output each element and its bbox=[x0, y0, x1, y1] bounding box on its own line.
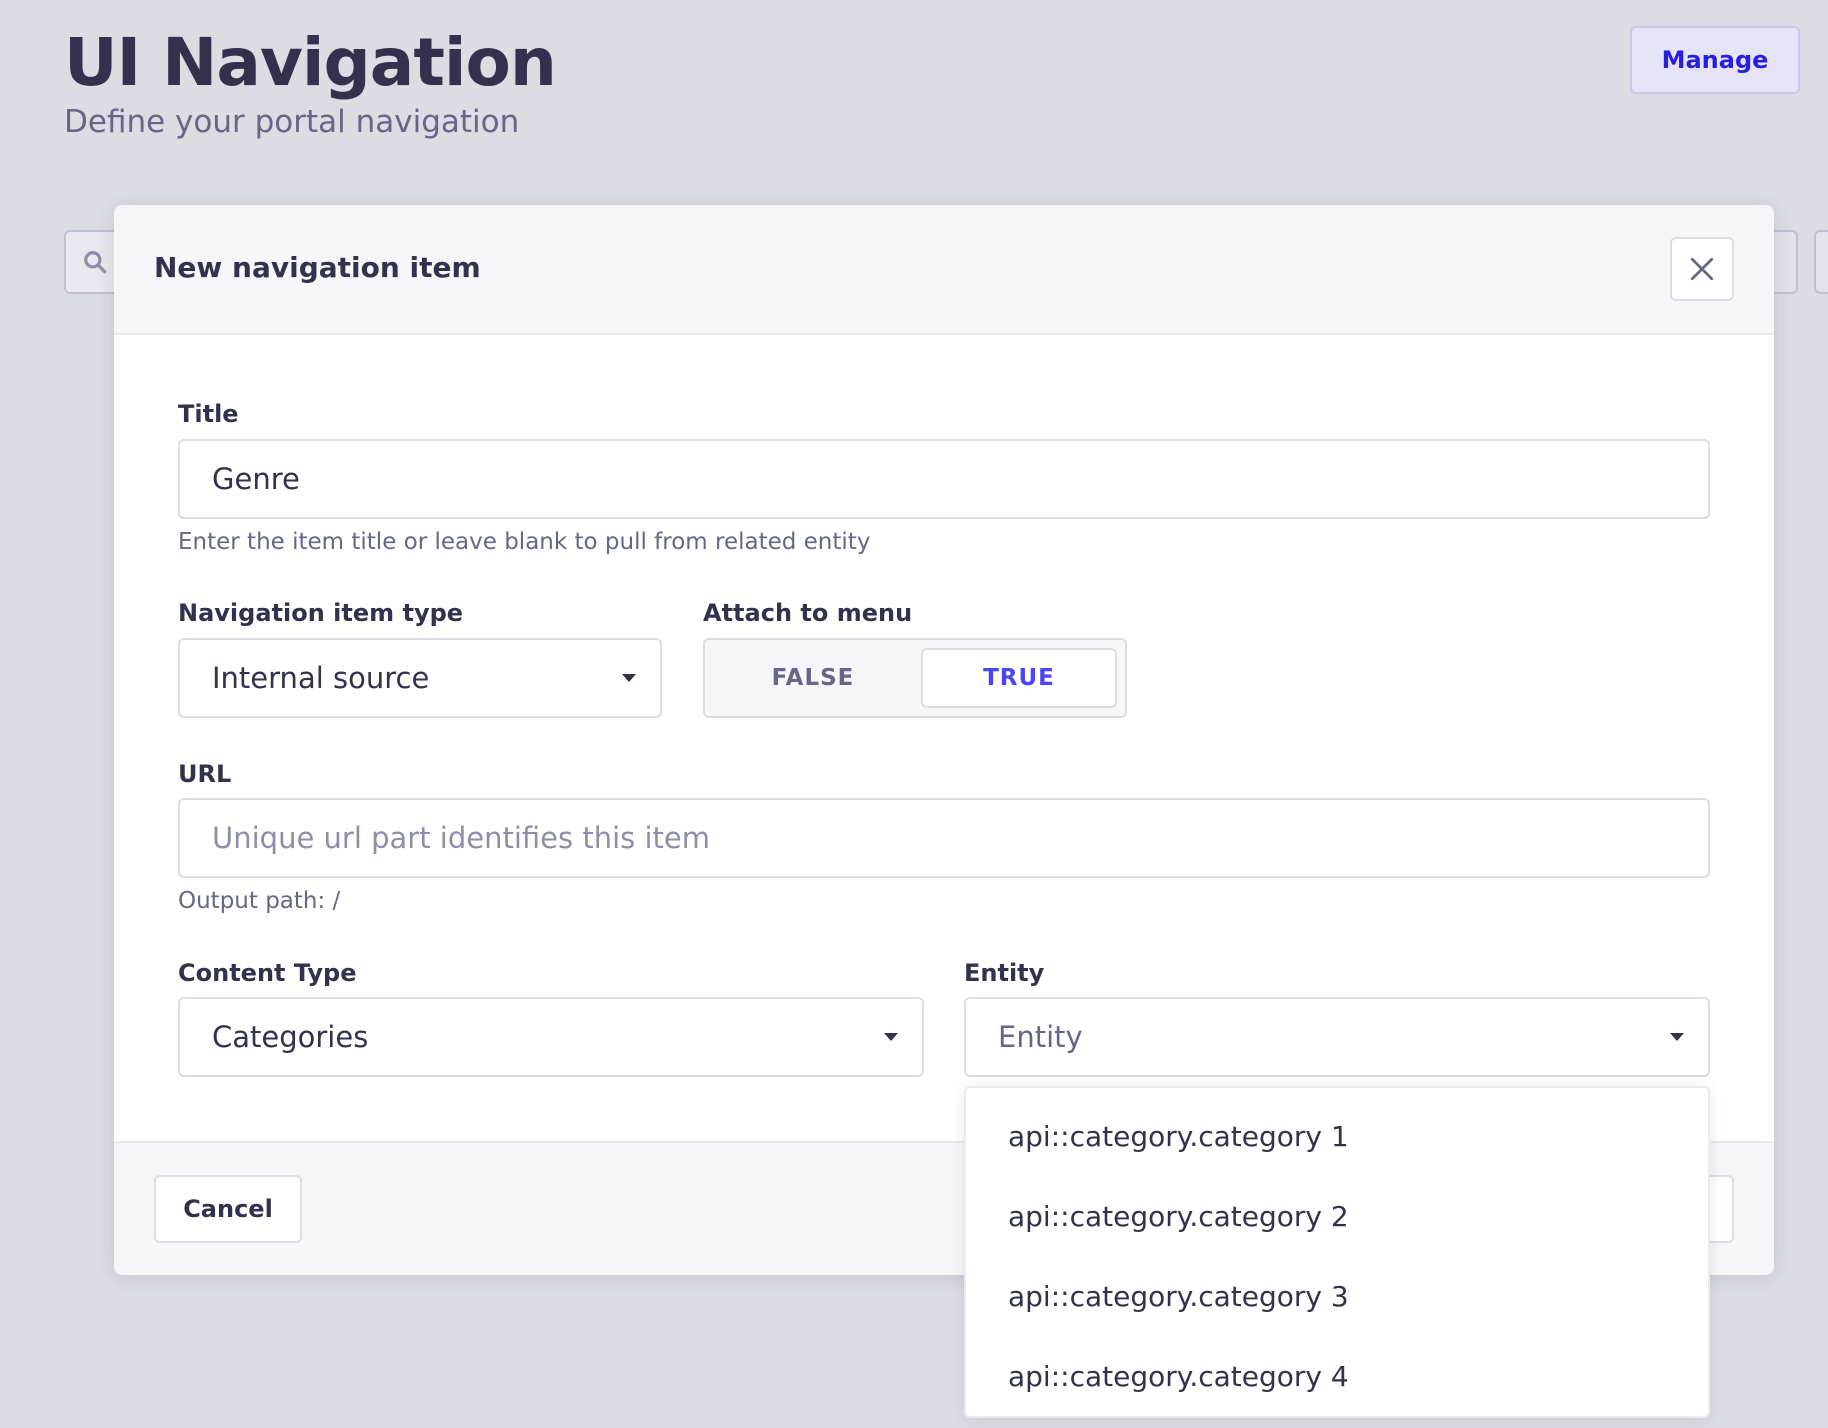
navigation-item-type-value: Internal source bbox=[212, 661, 430, 695]
manage-button[interactable]: Manage bbox=[1630, 26, 1800, 94]
content-type-select[interactable]: Categories bbox=[178, 997, 924, 1077]
chevron-down-icon bbox=[622, 674, 636, 682]
search-icon bbox=[84, 251, 107, 274]
output-path-hint: Output path: / bbox=[178, 888, 341, 914]
url-label: URL bbox=[178, 760, 232, 788]
content-type-value: Categories bbox=[212, 1020, 369, 1054]
title-hint: Enter the item title or leave blank to p… bbox=[178, 529, 871, 555]
url-field[interactable] bbox=[178, 798, 1710, 878]
entity-placeholder: Entity bbox=[998, 1020, 1083, 1054]
entity-option[interactable]: api::category.category 1 bbox=[966, 1096, 1708, 1176]
close-button[interactable] bbox=[1670, 237, 1734, 301]
title-input[interactable] bbox=[212, 462, 1708, 496]
title-label: Title bbox=[178, 400, 239, 428]
attach-to-menu-label: Attach to menu bbox=[703, 599, 913, 627]
chevron-down-icon bbox=[1670, 1033, 1684, 1041]
modal-header: New navigation item bbox=[114, 205, 1774, 335]
navigation-item-type-select[interactable]: Internal source bbox=[178, 638, 662, 718]
page-subtitle: Define your portal navigation bbox=[64, 104, 520, 140]
attach-false-option[interactable]: FALSE bbox=[713, 648, 913, 708]
chevron-down-icon bbox=[884, 1033, 898, 1041]
modal-title: New navigation item bbox=[154, 251, 481, 284]
cancel-button[interactable]: Cancel bbox=[154, 1175, 302, 1243]
navigation-item-type-label: Navigation item type bbox=[178, 599, 464, 627]
content-type-label: Content Type bbox=[178, 959, 357, 987]
close-icon bbox=[1690, 257, 1714, 281]
attach-true-option[interactable]: TRUE bbox=[921, 648, 1117, 708]
background-control bbox=[1814, 230, 1828, 294]
url-input[interactable] bbox=[212, 821, 1708, 855]
page-title: UI Navigation bbox=[64, 24, 557, 101]
title-field[interactable] bbox=[178, 439, 1710, 519]
entity-option[interactable]: api::category.category 4 bbox=[966, 1336, 1708, 1416]
entity-label: Entity bbox=[964, 959, 1045, 987]
attach-to-menu-toggle: FALSE TRUE bbox=[703, 638, 1127, 718]
entity-option[interactable]: api::category.category 3 bbox=[966, 1256, 1708, 1336]
entity-dropdown: api::category.category 1 api::category.c… bbox=[964, 1086, 1710, 1418]
background-control bbox=[1770, 230, 1798, 294]
entity-select[interactable]: Entity bbox=[964, 997, 1710, 1077]
entity-option[interactable]: api::category.category 2 bbox=[966, 1176, 1708, 1256]
page-root: UI Navigation Define your portal navigat… bbox=[0, 0, 1828, 1428]
